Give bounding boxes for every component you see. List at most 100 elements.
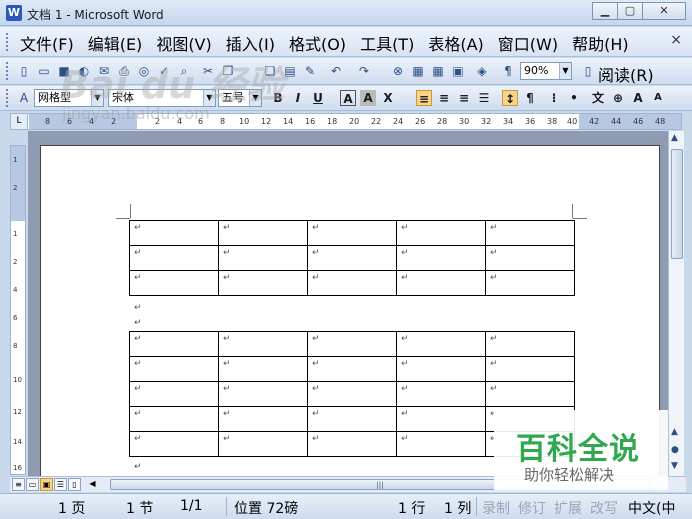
table-cell[interactable]: ↵ [396, 356, 486, 382]
table-cell[interactable]: ↵ [218, 381, 308, 407]
insert-excel-icon[interactable]: ▣ [450, 63, 466, 79]
table-cell[interactable]: ↵ [485, 356, 575, 382]
menu-grip[interactable] [6, 33, 10, 51]
hyperlink-icon[interactable]: ⊗ [390, 63, 406, 79]
next-page-icon[interactable]: ▼ [671, 461, 678, 471]
show-hide-icon[interactable]: ¶ [500, 63, 516, 79]
table-cell[interactable]: ↵ [218, 431, 308, 457]
shrink-font-icon[interactable]: A [650, 90, 666, 106]
scroll-left-icon[interactable]: ◀ [86, 478, 99, 491]
styles-pane-icon[interactable]: A [16, 90, 32, 106]
insert-table-icon[interactable]: ▦ [430, 63, 446, 79]
redo-icon[interactable]: ↷ [356, 63, 372, 79]
table-cell[interactable]: ↵ [218, 270, 308, 296]
table-cell[interactable]: ↵ [485, 331, 575, 357]
status-ovr[interactable]: 改写 [590, 498, 618, 518]
menu-help[interactable]: 帮助(H) [572, 31, 629, 55]
char-shading-button[interactable]: A [360, 90, 376, 106]
table-cell[interactable]: ↵ [129, 270, 219, 296]
table-cell[interactable]: ↵ [129, 431, 219, 457]
menu-window[interactable]: 窗口(W) [498, 31, 558, 55]
table-cell[interactable]: ↵ [218, 356, 308, 382]
web-view-icon[interactable]: ▭ [26, 478, 39, 491]
phonetic-icon[interactable]: 文 [590, 90, 606, 106]
read-button[interactable]: 阅读(R) [598, 62, 654, 86]
align-right-icon[interactable]: ≡ [456, 90, 472, 106]
table-cell[interactable]: ↵ [485, 245, 575, 271]
table-cell[interactable]: ↵ [307, 356, 397, 382]
table-cell[interactable]: ↵ [307, 431, 397, 457]
table-cell[interactable]: ↵ [307, 331, 397, 357]
outline-view-icon[interactable]: ☰ [54, 478, 67, 491]
table-cell[interactable]: ↵ [485, 381, 575, 407]
menu-file[interactable]: 文件(F) [20, 31, 74, 55]
justify-icon[interactable]: ☰ [476, 90, 492, 106]
table-cell[interactable]: ↵ [218, 245, 308, 271]
table-cell[interactable]: ↵ [396, 431, 486, 457]
toolbar-grip[interactable] [6, 62, 10, 80]
line-spacing-icon[interactable]: ↕ [502, 90, 518, 106]
paragraph-mark[interactable]: ↵ [134, 462, 142, 472]
document-table-1[interactable]: ↵ ↵ ↵ ↵ ↵ ↵ ↵ ↵ ↵ ↵ ↵ ↵ ↵ ↵ ↵ [129, 220, 575, 296]
table-cell[interactable]: ↵ [396, 331, 486, 357]
grow-font-icon[interactable]: A [630, 90, 646, 106]
numbering-icon[interactable]: ⁝ [546, 90, 562, 106]
align-center-icon[interactable]: ≡ [436, 90, 452, 106]
paragraph-mark[interactable]: ↵ [134, 318, 142, 328]
table-cell[interactable]: ↵ [307, 245, 397, 271]
chevron-down-icon[interactable]: ▼ [559, 63, 571, 79]
vertical-scrollbar[interactable]: ▲ ▲ ● ▼ [668, 131, 684, 476]
italic-button[interactable]: I [290, 90, 306, 106]
vertical-ruler[interactable]: 1 2 1 2 4 6 8 10 12 14 16 [10, 145, 26, 475]
char-border-button[interactable]: A [340, 90, 356, 106]
table-cell[interactable]: ↵ [307, 406, 397, 432]
scroll-thumb[interactable] [671, 149, 683, 259]
document-map-icon[interactable]: ◈ [474, 63, 490, 79]
zoom-combo[interactable]: 90% ▼ [520, 62, 572, 80]
menu-tools[interactable]: 工具(T) [360, 31, 414, 55]
table-cell[interactable]: ↵ [129, 381, 219, 407]
align-left-icon[interactable]: ≡ [416, 90, 432, 106]
table-cell[interactable]: ↵ [218, 220, 308, 246]
bullets-icon[interactable]: • [566, 90, 582, 106]
prev-page-icon[interactable]: ▲ [671, 427, 678, 437]
table-cell[interactable]: ↵ [396, 406, 486, 432]
paste-icon[interactable]: ▤ [282, 63, 298, 79]
rtl-icon[interactable]: ¶ [522, 90, 538, 106]
enclose-char-icon[interactable]: ⊕ [610, 90, 626, 106]
status-trk[interactable]: 修订 [518, 498, 546, 518]
table-cell[interactable]: ↵ [218, 331, 308, 357]
open-folder-icon[interactable]: ▭ [36, 63, 52, 79]
table-cell[interactable]: ↵ [307, 381, 397, 407]
minimize-button[interactable]: ▁ [592, 2, 618, 20]
table-cell[interactable]: ↵ [396, 270, 486, 296]
new-document-icon[interactable]: ▯ [16, 63, 32, 79]
table-cell[interactable]: ↵ [485, 220, 575, 246]
table-cell[interactable]: ↵ [129, 406, 219, 432]
toolbar-grip[interactable] [6, 89, 10, 107]
normal-view-icon[interactable]: ≡ [12, 478, 25, 491]
read-icon[interactable]: ▯ [580, 63, 596, 79]
paragraph-mark[interactable]: ↵ [134, 303, 142, 313]
underline-button[interactable]: U [310, 90, 326, 106]
scroll-up-icon[interactable]: ▲ [671, 133, 678, 143]
undo-icon[interactable]: ↶ [328, 63, 344, 79]
table-cell[interactable]: ↵ [307, 220, 397, 246]
print-view-icon[interactable]: ▣ [40, 478, 53, 491]
reading-view-icon[interactable]: ▯ [68, 478, 81, 491]
maximize-button[interactable]: ▢ [617, 2, 643, 20]
menu-edit[interactable]: 编辑(E) [88, 31, 143, 55]
menu-insert[interactable]: 插入(I) [226, 31, 275, 55]
table-cell[interactable]: ↵ [129, 245, 219, 271]
status-rec[interactable]: 录制 [482, 498, 510, 518]
table-cell[interactable]: ↵ [396, 220, 486, 246]
table-cell[interactable]: ↵ [396, 381, 486, 407]
status-ext[interactable]: 扩展 [554, 498, 582, 518]
table-cell[interactable]: ↵ [396, 245, 486, 271]
menu-view[interactable]: 视图(V) [156, 31, 211, 55]
menu-format[interactable]: 格式(O) [289, 31, 346, 55]
browse-object-icon[interactable]: ● [671, 445, 679, 455]
table-cell[interactable]: ↵ [485, 270, 575, 296]
format-painter-icon[interactable]: ✎ [302, 63, 318, 79]
tab-selector-button[interactable]: L [10, 113, 28, 130]
